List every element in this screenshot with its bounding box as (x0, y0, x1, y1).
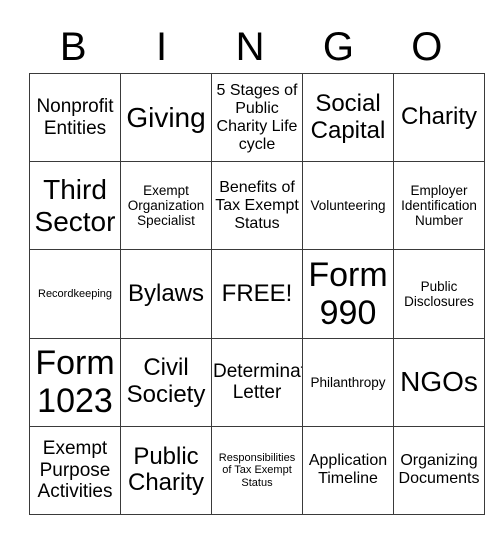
bingo-cell[interactable]: Bylaws (120, 249, 212, 339)
bingo-cell[interactable]: Philanthropy (302, 337, 394, 427)
bingo-cell[interactable]: Recordkeeping (29, 249, 121, 339)
bingo-cell[interactable]: Civil Society (120, 337, 212, 427)
bingo-header: B I N G O (29, 22, 471, 72)
bingo-cell[interactable]: Form 1023 (29, 337, 121, 427)
bingo-cell[interactable]: Form 990 (302, 249, 394, 339)
board-row: Recordkeeping Bylaws FREE! Form 990 Publ… (29, 249, 485, 339)
header-letter-n: N (235, 25, 265, 69)
bingo-cell[interactable]: Determination Letter (211, 337, 303, 427)
board-row: Exempt Purpose Activities Public Charity… (29, 425, 485, 516)
bingo-cell[interactable]: Public Disclosures (393, 249, 485, 339)
bingo-cell[interactable]: Third Sector (29, 161, 121, 251)
bingo-cell[interactable]: Responsibilities of Tax Exempt Status (211, 425, 303, 516)
bingo-cell[interactable]: Charity (393, 72, 485, 163)
bingo-cell[interactable]: Volunteering (302, 161, 394, 251)
header-letter-o: O (411, 25, 443, 69)
bingo-cell[interactable]: Public Charity (120, 425, 212, 516)
board-row: Form 1023 Civil Society Determination Le… (29, 337, 485, 427)
header-letter-i: I (156, 25, 168, 69)
header-letter-b: B (59, 25, 87, 69)
bingo-cell[interactable]: Employer Identification Number (393, 161, 485, 251)
free-space-cell[interactable]: FREE! (211, 249, 303, 339)
bingo-board: Nonprofit Entities Giving 5 Stages of Pu… (29, 72, 485, 516)
bingo-cell[interactable]: 5 Stages of Public Charity Life cycle (211, 72, 303, 163)
bingo-cell[interactable]: Giving (120, 72, 212, 163)
bingo-cell[interactable]: Exempt Purpose Activities (29, 425, 121, 516)
bingo-cell[interactable]: Benefits of Tax Exempt Status (211, 161, 303, 251)
bingo-cell[interactable]: Exempt Organization Specialist (120, 161, 212, 251)
bingo-cell[interactable]: Organizing Documents (393, 425, 485, 516)
header-letter-g: G (322, 25, 354, 69)
bingo-cell[interactable]: Nonprofit Entities (29, 72, 121, 163)
bingo-cell[interactable]: Application Timeline (302, 425, 394, 516)
bingo-cell[interactable]: NGOs (393, 337, 485, 427)
board-row: Nonprofit Entities Giving 5 Stages of Pu… (29, 72, 485, 163)
board-row: Third Sector Exempt Organization Special… (29, 161, 485, 251)
bingo-cell[interactable]: Social Capital (302, 72, 394, 163)
